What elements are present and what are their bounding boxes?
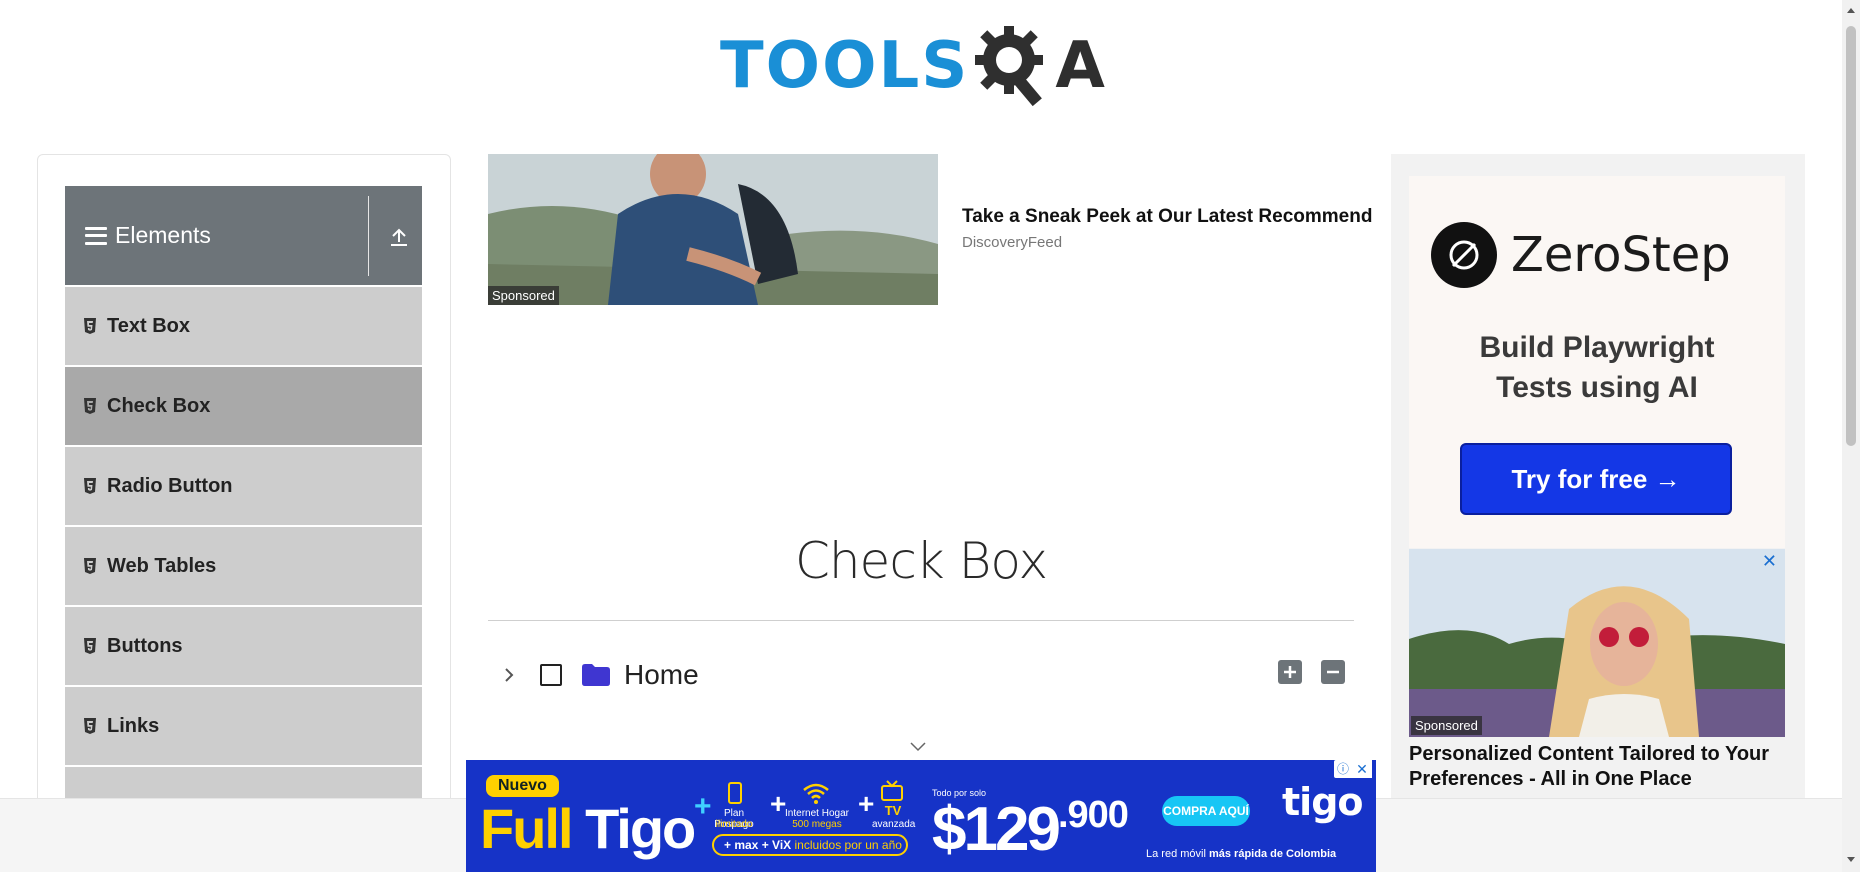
sidebar-item-buttons[interactable]: Buttons [65, 606, 422, 686]
zerostep-brand: ZeroStep [1511, 227, 1731, 283]
sponsored-ad-image-2[interactable]: ✕ Sponsored [1409, 549, 1785, 737]
logo-text-tools: TOOLS [720, 29, 970, 103]
banner-item-3: TV [884, 803, 902, 818]
tigo-banner-ad[interactable]: Nuevo Full Tigo + Plan Pospago ilimitado… [466, 760, 1376, 872]
sidebar: Elements Text Box Check Box Radio Button… [37, 154, 451, 872]
banner-item-1-sub: ilimitado [715, 819, 753, 830]
try-for-free-button[interactable]: Try for free → [1460, 443, 1732, 515]
divider [368, 196, 369, 276]
woman-photo [1409, 549, 1785, 737]
tagline-line-2: Tests using AI [1496, 371, 1698, 404]
banner-price: $129.900 [932, 794, 1129, 864]
collapse-all-button[interactable] [1321, 660, 1345, 684]
ad-headline[interactable]: Take a Sneak Peek at Our Latest Recommen… [962, 206, 1392, 228]
sidebar-item-radio-button[interactable]: Radio Button [65, 446, 422, 526]
tv-icon [881, 780, 903, 801]
tree-node-home: Home [500, 655, 699, 695]
hiker-photo [488, 154, 938, 305]
banner-bundle-pill: + max + ViX incluidos por un año [712, 834, 908, 856]
sponsored-ad-image[interactable]: Sponsored [488, 154, 938, 305]
banner-slogan: La red móvil más rápida de Colombia [1146, 848, 1337, 860]
close-icon[interactable]: ✕ [1762, 551, 1777, 572]
elements-menu: Text Box Check Box Radio Button Web Tabl… [65, 286, 422, 846]
html5-icon [84, 318, 96, 334]
banner-new-badge: Nuevo [486, 775, 559, 797]
sidebar-item-links[interactable]: Links [65, 686, 422, 766]
sidebar-item-web-tables[interactable]: Web Tables [65, 526, 422, 606]
plus-icon [1284, 666, 1296, 678]
banner-item-3-sub: avanzada [872, 819, 916, 830]
html5-icon [84, 718, 96, 734]
html5-icon [84, 478, 96, 494]
divider [488, 620, 1354, 621]
logo-text-a: A [1055, 29, 1105, 103]
sponsored-badge: Sponsored [488, 286, 559, 305]
sidebar-item-label: Buttons [107, 634, 183, 657]
scroll-down-arrow-icon[interactable] [1842, 850, 1860, 868]
sidebar-item-check-box[interactable]: Check Box [65, 366, 422, 446]
html5-icon [84, 558, 96, 574]
gear-magnifier-icon [975, 26, 1044, 107]
phone-icon [728, 782, 742, 804]
zerostep-mark-icon [1431, 222, 1497, 288]
home-checkbox[interactable] [540, 664, 562, 686]
ad-close-icon[interactable]: ✕ [1352, 760, 1372, 778]
banner-product: Full Tigo [480, 797, 696, 860]
folder-icon [582, 664, 610, 686]
zerostep-logo: ZeroStep [1431, 222, 1731, 288]
html5-icon [84, 398, 96, 414]
sidebar-item-label: Links [107, 714, 160, 737]
ad-headline-2[interactable]: Personalized Content Tailored to Your Pr… [1409, 742, 1789, 792]
tree-node-label[interactable]: Home [624, 659, 699, 691]
tagline-line-1: Build Playwright [1479, 331, 1715, 364]
chevron-down-icon[interactable] [908, 740, 928, 754]
toolsqa-logo[interactable]: TOOLS A [720, 18, 1105, 114]
minus-icon [1327, 670, 1339, 674]
scroll-up-arrow-icon[interactable] [1842, 2, 1860, 20]
banner-item-2: Internet Hogar [785, 808, 849, 819]
plus-sign: + [858, 788, 875, 819]
page-scrollbar[interactable] [1842, 0, 1860, 872]
scroll-thumb[interactable] [1846, 26, 1856, 446]
hamburger-icon [85, 226, 107, 245]
elements-group-header[interactable]: Elements [65, 186, 422, 285]
html5-icon [84, 638, 96, 654]
zerostep-ad[interactable]: ZeroStep Build Playwright Tests using AI… [1409, 176, 1785, 548]
expand-all-button[interactable] [1278, 660, 1302, 684]
sidebar-item-label: Check Box [107, 394, 211, 417]
tigo-logo: tigo [1282, 780, 1363, 824]
chevron-right-icon[interactable] [500, 666, 518, 684]
banner-item-2-sub: 500 megas [792, 819, 842, 830]
page-title: Check Box [794, 532, 1048, 590]
sidebar-item-label: Web Tables [107, 554, 217, 577]
ad-source[interactable]: DiscoveryFeed [962, 234, 1062, 251]
sidebar-item-text-box[interactable]: Text Box [65, 286, 422, 366]
ad-info-icon[interactable]: ⓘ [1334, 760, 1352, 778]
sponsored-badge: Sponsored [1411, 716, 1482, 735]
sidebar-item-label: Text Box [107, 314, 190, 337]
zerostep-tagline: Build Playwright Tests using AI [1409, 328, 1785, 408]
collapse-arrow-icon[interactable] [388, 226, 410, 248]
wifi-icon [803, 783, 829, 804]
buy-here-button[interactable]: COMPRA AQUÍ [1162, 796, 1250, 826]
sidebar-item-label: Radio Button [107, 474, 233, 497]
group-title: Elements [115, 222, 211, 248]
